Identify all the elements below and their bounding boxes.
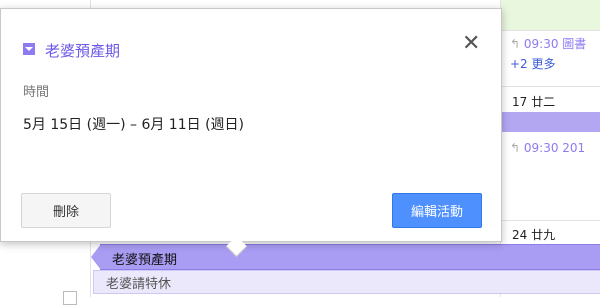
today-highlight — [500, 0, 600, 30]
delete-button[interactable]: 刪除 — [21, 193, 111, 228]
event-bar-label: 老婆預產期 — [112, 253, 178, 268]
reply-icon: ↰ — [510, 141, 524, 155]
event-popup: 老婆預產期 ✕ 時間 5月 15日 (週一) – 6月 11日 (週日) 刪除 … — [0, 8, 502, 242]
time-label: 時間 — [23, 85, 50, 100]
edit-event-button[interactable]: 編輯活動 — [392, 193, 482, 228]
more-events-link[interactable]: +2 更多 — [510, 55, 556, 72]
calendar-event[interactable]: ↰ 09:30 圖書 — [510, 35, 586, 52]
date-range: 5月 15日 (週一) – 6月 11日 (週日) — [23, 117, 244, 133]
event-band[interactable] — [500, 112, 600, 132]
dropdown-icon[interactable] — [23, 43, 35, 55]
row-checkbox[interactable] — [63, 291, 77, 305]
reply-icon: ↰ — [510, 37, 524, 51]
popup-title: 老婆預產期 — [45, 42, 121, 60]
leave-event-label: 老婆請特休 — [106, 277, 172, 292]
calendar-event[interactable]: ↰ 09:30 201 — [510, 141, 585, 155]
day-cell-24: 24 廿九 — [512, 228, 556, 242]
close-icon[interactable]: ✕ — [462, 31, 480, 56]
day-cell-17: 17 廿二 — [512, 95, 556, 109]
